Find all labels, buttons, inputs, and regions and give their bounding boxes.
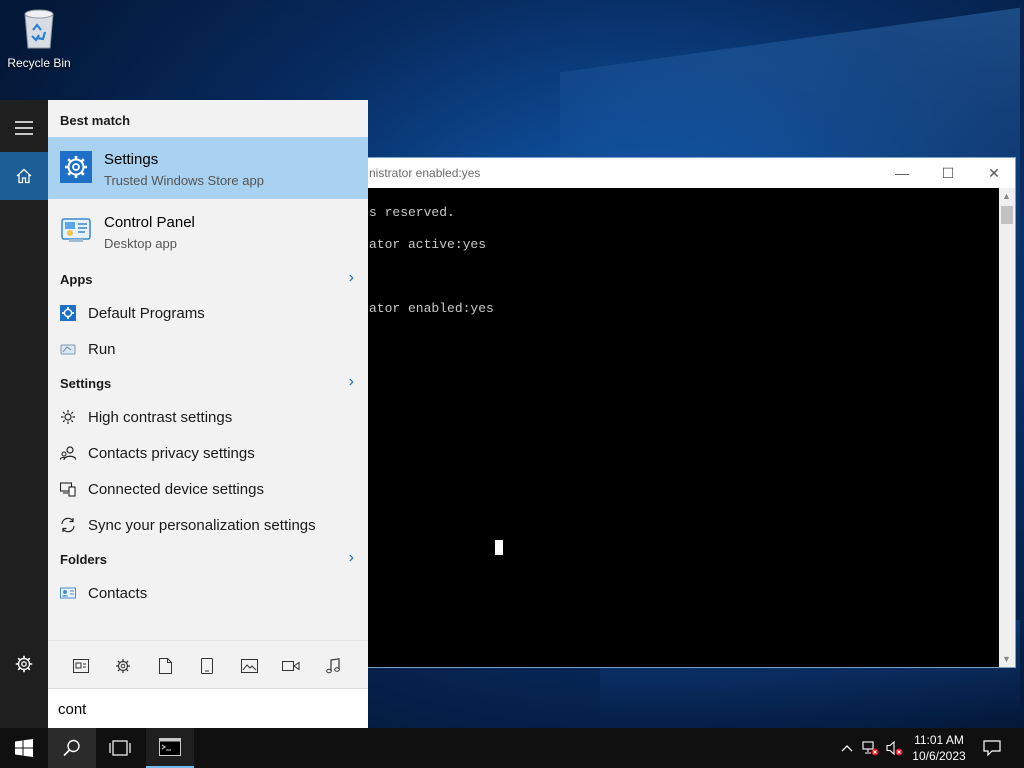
settings-filter-icon[interactable] [110,653,136,679]
scroll-thumb[interactable] [1001,206,1013,224]
taskbar-cmd-button[interactable] [146,728,194,768]
result-label: High contrast settings [88,409,233,426]
hamburger-menu-button[interactable] [0,104,48,152]
minimize-icon: — [895,165,909,181]
result-default-programs[interactable]: Default Programs [48,296,368,330]
scroll-down-icon[interactable]: ▼ [1002,654,1011,664]
home-button[interactable] [0,152,48,200]
result-contacts-privacy[interactable]: Contacts privacy settings [48,436,368,470]
search-box[interactable] [48,688,368,728]
cmd-console[interactable]: s reserved. ator active:yes ator enabled… [365,188,1001,667]
gear-icon [15,655,33,673]
people-icon [59,445,77,461]
contact-card-icon [60,585,76,601]
start-rail [0,100,48,728]
run-icon [60,341,76,357]
scroll-up-icon[interactable]: ▲ [1002,191,1011,201]
result-sync-settings[interactable]: Sync your personalization settings [48,508,368,542]
gear-icon [60,151,92,183]
videos-filter-icon[interactable] [278,653,304,679]
result-connected-devices[interactable]: Connected device settings [48,472,368,506]
chevron-up-icon[interactable] [838,740,856,756]
music-filter-icon[interactable] [320,653,346,679]
recycle-bin[interactable]: Recycle Bin [4,6,74,70]
chevron-right-icon[interactable]: › [349,549,354,567]
hamburger-icon [15,121,33,135]
result-label: Connected device settings [88,481,264,498]
result-label: Run [88,341,116,358]
windows-logo-icon [15,739,33,757]
console-line: s reserved. [369,205,455,220]
close-icon: ✕ [988,164,1000,181]
maximize-icon: ☐ [941,164,955,181]
chevron-right-icon[interactable]: › [349,373,354,391]
search-icon [63,739,80,757]
result-label: Contacts [88,585,148,602]
task-view-icon [109,740,131,756]
clock[interactable]: 11:01 AM 10/6/2023 [906,732,972,764]
sun-icon [60,409,76,425]
cmd-title: nistrator enabled:yes [369,166,481,180]
best-match-header: Best match [60,113,131,128]
search-results-panel: Best match Settings Trusted Windows Stor… [48,100,368,728]
documents-filter-icon[interactable] [152,653,178,679]
console-line: ator active:yes [369,237,487,252]
device-filter-icon[interactable] [194,653,220,679]
apps-header[interactable]: Apps [60,272,93,287]
result-label: Sync your personalization settings [88,517,316,534]
result-name: Control Panel [104,214,195,231]
command-prompt-icon [159,738,181,756]
photos-filter-icon[interactable] [236,653,262,679]
result-run[interactable]: Run [48,332,368,366]
home-icon [16,168,32,184]
command-prompt-window[interactable]: nistrator enabled:yes — ☐ ✕ s reserved. … [364,157,1016,668]
cmd-scrollbar[interactable]: ▲ ▼ [999,188,1015,667]
result-subtitle: Trusted Windows Store app [104,173,264,188]
search-button[interactable] [48,728,96,768]
result-label: Contacts privacy settings [88,445,255,462]
network-disconnected-icon[interactable] [862,740,880,756]
apps-filter-icon[interactable] [68,653,94,679]
maximize-button[interactable]: ☐ [925,158,971,188]
start-button[interactable] [0,728,48,768]
close-button[interactable]: ✕ [971,158,1017,188]
console-line: ator enabled:yes [369,301,494,316]
control-panel-icon [60,214,92,246]
result-name: Settings [104,151,159,168]
search-input[interactable] [58,699,348,719]
task-view-button[interactable] [96,728,144,768]
result-control-panel[interactable]: Control Panel Desktop app [48,200,368,262]
settings-rail-button[interactable] [0,640,48,688]
action-center-icon[interactable] [982,740,1002,756]
recycle-bin-icon [24,9,54,49]
taskbar: 11:01 AM 10/6/2023 [0,728,1024,768]
clock-time: 11:01 AM [914,733,964,747]
cmd-title-bar[interactable]: nistrator enabled:yes — ☐ ✕ [365,158,1015,188]
recycle-bin-label: Recycle Bin [7,56,71,70]
settings-header[interactable]: Settings [60,376,111,391]
sync-icon [60,517,76,533]
result-high-contrast[interactable]: High contrast settings [48,400,368,434]
devices-icon [59,481,76,497]
clock-date: 10/6/2023 [912,749,966,763]
result-subtitle: Desktop app [104,236,177,251]
folders-header[interactable]: Folders [60,552,107,567]
gear-icon [60,305,76,321]
minimize-button[interactable]: — [879,158,925,188]
result-label: Default Programs [88,305,205,322]
volume-muted-icon[interactable] [886,740,904,756]
result-settings-app[interactable]: Settings Trusted Windows Store app [48,137,368,199]
chevron-right-icon[interactable]: › [349,269,354,287]
console-cursor [495,540,503,555]
result-contacts-folder[interactable]: Contacts [48,576,368,610]
search-filter-bar [48,640,368,688]
